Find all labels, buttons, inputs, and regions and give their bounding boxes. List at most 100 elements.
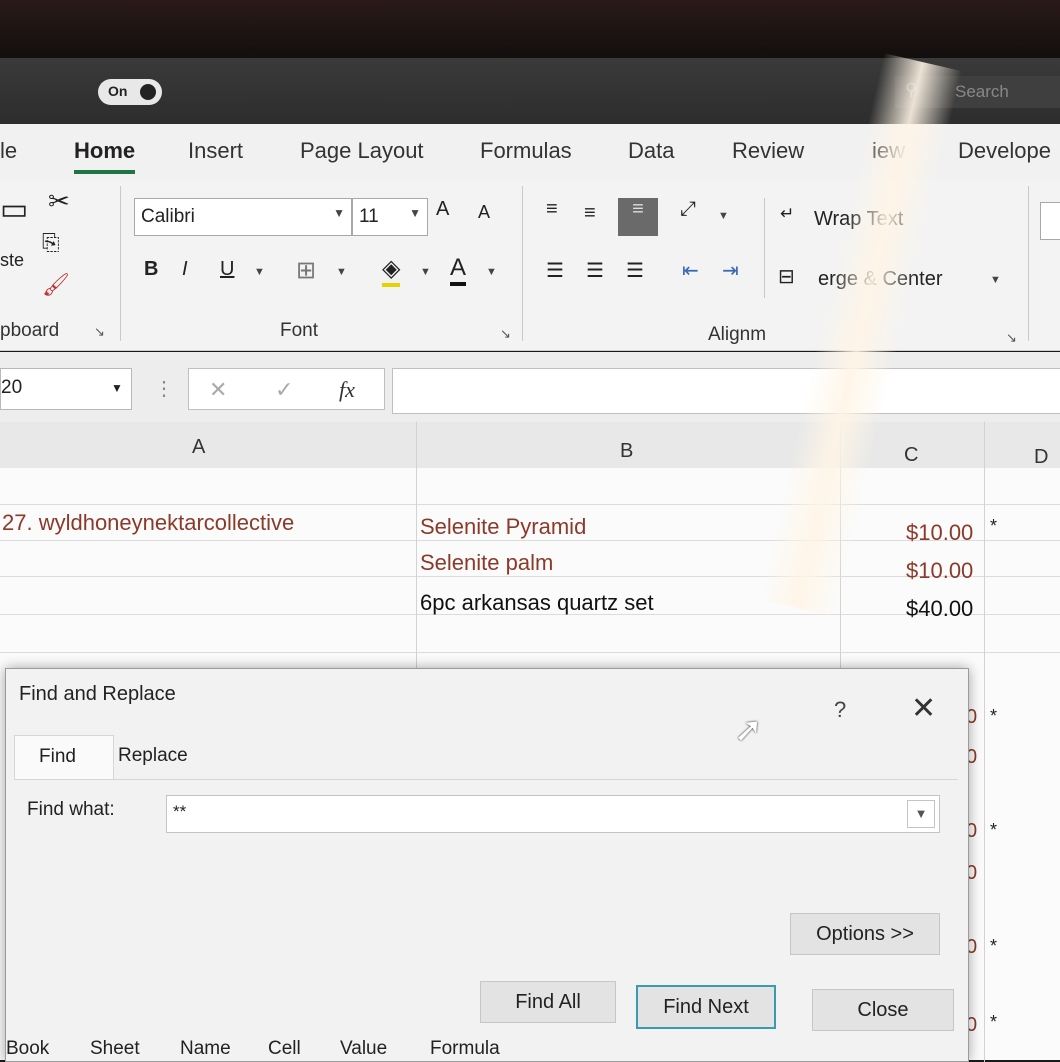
tab-replace[interactable]: Replace: [118, 745, 188, 767]
row-line: [0, 540, 1060, 541]
options-button[interactable]: Options >>: [790, 913, 940, 955]
font-size-value: 11: [359, 206, 379, 227]
font-launcher-icon[interactable]: ↘: [500, 326, 511, 342]
chevron-down-icon[interactable]: ▼: [254, 266, 265, 278]
formula-buttons: ✕ ✓ fx: [188, 368, 385, 410]
clipboard-group-label: pboard: [0, 320, 60, 341]
merge-center-icon[interactable]: ⊟: [778, 264, 795, 289]
column-header-b[interactable]: B: [620, 440, 633, 463]
align-bottom-icon[interactable]: ≡: [618, 198, 658, 236]
tab-data[interactable]: Data: [628, 138, 674, 164]
number-format-select[interactable]: [1040, 202, 1060, 240]
note-marker: *: [990, 936, 998, 956]
chevron-down-icon[interactable]: ▼: [990, 274, 1001, 286]
formula-input[interactable]: [392, 368, 1060, 414]
orientation-icon[interactable]: ⤢: [680, 198, 696, 221]
align-center-icon[interactable]: ☰: [586, 258, 604, 283]
column-header-c[interactable]: C: [904, 444, 918, 467]
tab-insert[interactable]: Insert: [188, 138, 243, 164]
enter-icon[interactable]: ✓: [275, 377, 293, 403]
results-column-headers: Book Sheet Name Cell Value Formula: [0, 1038, 500, 1060]
column-header-d[interactable]: D: [1034, 446, 1048, 469]
align-top-icon[interactable]: ≡: [546, 198, 558, 221]
align-left-icon[interactable]: ☰: [546, 258, 564, 283]
cell-b-row2[interactable]: Selenite palm: [420, 550, 553, 576]
results-col-book[interactable]: Book: [6, 1038, 49, 1060]
results-col-sheet[interactable]: Sheet: [90, 1038, 140, 1060]
tab-find[interactable]: Find: [14, 735, 114, 780]
results-col-formula[interactable]: Formula: [430, 1038, 500, 1060]
results-col-cell[interactable]: Cell: [268, 1038, 301, 1060]
toggle-knob: [140, 84, 156, 100]
tab-developer[interactable]: Develope: [958, 138, 1051, 164]
chevron-down-icon[interactable]: ▼: [336, 266, 347, 278]
close-button[interactable]: Close: [812, 989, 954, 1031]
fill-color-icon[interactable]: ◈: [382, 254, 401, 287]
borders-icon[interactable]: ⊞: [296, 256, 316, 285]
cell-c-row3[interactable]: $40.00: [906, 596, 973, 622]
font-name-select[interactable]: Calibri ▼: [134, 198, 352, 236]
paste-icon[interactable]: ▭: [0, 192, 28, 227]
row-line: [0, 652, 1060, 653]
bold-button[interactable]: B: [144, 258, 158, 281]
italic-button[interactable]: I: [182, 258, 188, 281]
help-icon[interactable]: ?: [834, 697, 846, 723]
font-name-value: Calibri: [141, 206, 195, 227]
decrease-indent-icon[interactable]: ⇤: [682, 258, 699, 283]
tab-review[interactable]: Review: [732, 138, 804, 164]
screen-bezel: [0, 0, 1060, 58]
tab-find-label: Find: [39, 746, 76, 767]
wrap-text-icon[interactable]: ↵: [780, 204, 794, 224]
chevron-down-icon[interactable]: ▼: [907, 800, 935, 828]
font-size-select[interactable]: 11 ▼: [352, 198, 428, 236]
tab-file[interactable]: le: [0, 138, 17, 164]
find-all-button[interactable]: Find All: [480, 981, 616, 1023]
chevron-down-icon: ▼: [333, 206, 345, 220]
cut-icon[interactable]: ✂: [48, 186, 70, 217]
clipboard-launcher-icon[interactable]: ↘: [94, 324, 105, 340]
increase-indent-icon[interactable]: ⇥: [722, 258, 739, 283]
find-what-input[interactable]: ** ▼: [166, 795, 940, 833]
tab-formulas[interactable]: Formulas: [480, 138, 572, 164]
note-marker: *: [990, 820, 998, 840]
decrease-font-icon[interactable]: A: [478, 202, 490, 223]
align-right-icon[interactable]: ☰: [626, 258, 644, 283]
tab-page-layout[interactable]: Page Layout: [300, 138, 424, 164]
row-line: [0, 576, 1060, 577]
copy-icon[interactable]: ⎘: [42, 230, 60, 256]
find-next-button[interactable]: Find Next: [636, 985, 776, 1029]
more-icon[interactable]: ⋮: [154, 376, 174, 401]
name-box[interactable]: 20 ▼: [0, 368, 132, 410]
insert-function-icon[interactable]: fx: [339, 377, 355, 403]
cell-a-row1[interactable]: 27. wyldhoneynektarcollective: [2, 510, 294, 536]
results-col-name[interactable]: Name: [180, 1038, 231, 1060]
close-icon[interactable]: ✕: [911, 691, 936, 726]
chevron-down-icon: ▼: [409, 206, 421, 220]
underline-button[interactable]: U: [220, 258, 234, 281]
mouse-pointer-icon: ➚: [734, 711, 763, 749]
increase-font-icon[interactable]: A: [436, 198, 449, 221]
find-what-label: Find what:: [27, 799, 115, 820]
column-header-a[interactable]: A: [192, 436, 205, 459]
note-marker: *: [990, 706, 998, 726]
results-col-value[interactable]: Value: [340, 1038, 387, 1060]
cell-c-row1[interactable]: $10.00: [906, 520, 973, 546]
chevron-down-icon[interactable]: ▼: [420, 266, 431, 278]
cell-b-row1[interactable]: Selenite Pyramid: [420, 514, 586, 540]
cell-c-row2[interactable]: $10.00: [906, 558, 973, 584]
cell-b-row3[interactable]: 6pc arkansas quartz set: [420, 590, 654, 616]
alignment-launcher-icon[interactable]: ↘: [1006, 330, 1017, 346]
align-middle-icon[interactable]: ≡: [584, 202, 596, 225]
chevron-down-icon[interactable]: ▼: [486, 266, 497, 278]
format-painter-icon[interactable]: 🖌: [42, 272, 70, 298]
chevron-down-icon[interactable]: ▼: [111, 381, 123, 395]
group-divider: [764, 198, 765, 298]
cancel-icon[interactable]: ✕: [209, 377, 227, 403]
font-group-label: Font: [280, 320, 319, 341]
dialog-title: Find and Replace: [19, 683, 176, 705]
tab-home[interactable]: Home: [74, 138, 136, 174]
chevron-down-icon[interactable]: ▼: [718, 210, 729, 222]
autosave-toggle[interactable]: On: [98, 79, 162, 105]
note-marker: *: [990, 516, 998, 536]
font-color-icon[interactable]: A: [450, 254, 467, 286]
